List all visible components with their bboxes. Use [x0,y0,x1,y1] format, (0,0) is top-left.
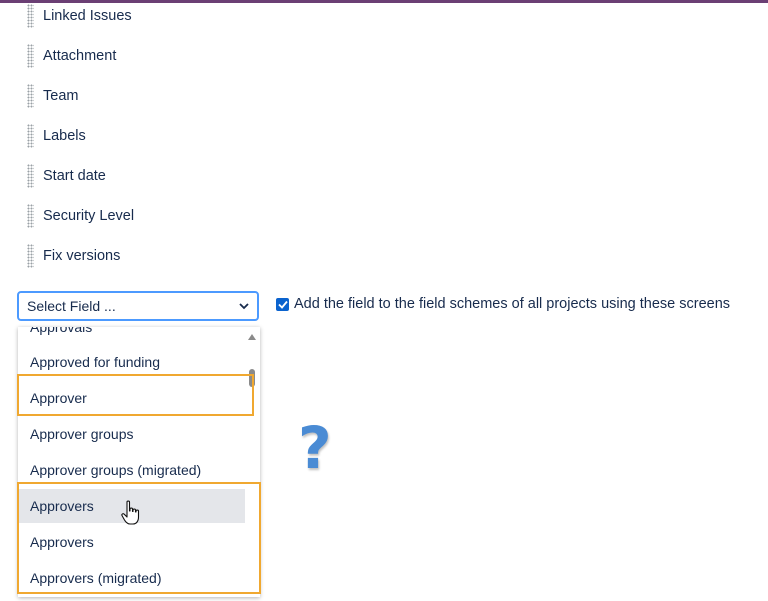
field-label: Attachment [43,48,117,64]
add-to-schemes-label: Add the field to the field schemes of al… [294,296,731,312]
field-row-team[interactable]: Team [27,83,78,109]
option-approver-groups-migrated[interactable]: Approver groups (migrated) [18,453,245,487]
drag-handle-icon[interactable] [27,244,34,268]
drag-handle-icon[interactable] [27,44,34,68]
drag-handle-icon[interactable] [27,124,34,148]
question-mark-icon: ? [298,414,332,482]
drag-handle-icon[interactable] [27,164,34,188]
hand-cursor-icon [121,500,140,525]
add-to-schemes-checkbox[interactable] [276,297,289,311]
select-field-options[interactable]: Approvals Approved for funding Approver … [18,327,260,597]
field-label: Linked Issues [43,8,132,24]
select-field-value: Select Field ... [27,298,116,314]
field-label: Fix versions [43,248,121,264]
field-row-labels[interactable]: Labels [27,123,86,149]
option-approvers-migrated[interactable]: Approvers (migrated) [18,561,245,595]
field-row-linked-issues[interactable]: Linked Issues [27,3,132,29]
field-row-attachment[interactable]: Attachment [27,43,116,69]
drag-handle-icon[interactable] [27,84,34,108]
chevron-down-icon [239,303,249,310]
scroll-up-arrow-icon[interactable] [248,334,256,340]
field-row-start-date[interactable]: Start date [27,163,106,189]
field-label: Start date [43,168,106,184]
drag-handle-icon[interactable] [27,4,34,28]
select-field-dropdown[interactable]: Select Field ... [17,291,259,321]
field-row-security-level[interactable]: Security Level [27,203,134,229]
option-approved-for-funding[interactable]: Approved for funding [18,345,245,379]
field-label: Security Level [43,208,135,224]
option-approver[interactable]: Approver [18,381,245,415]
option-approvers-duplicate[interactable]: Approvers [18,525,245,559]
field-label: Labels [43,128,86,144]
option-partial[interactable]: Approvals [30,327,92,335]
add-to-schemes-option[interactable]: Add the field to the field schemes of al… [276,296,730,312]
scrollbar-thumb[interactable] [249,369,255,387]
option-approver-groups[interactable]: Approver groups [18,417,245,451]
field-row-fix-versions[interactable]: Fix versions [27,243,120,269]
drag-handle-icon[interactable] [27,204,34,228]
field-label: Team [43,88,79,104]
check-icon [277,300,288,309]
